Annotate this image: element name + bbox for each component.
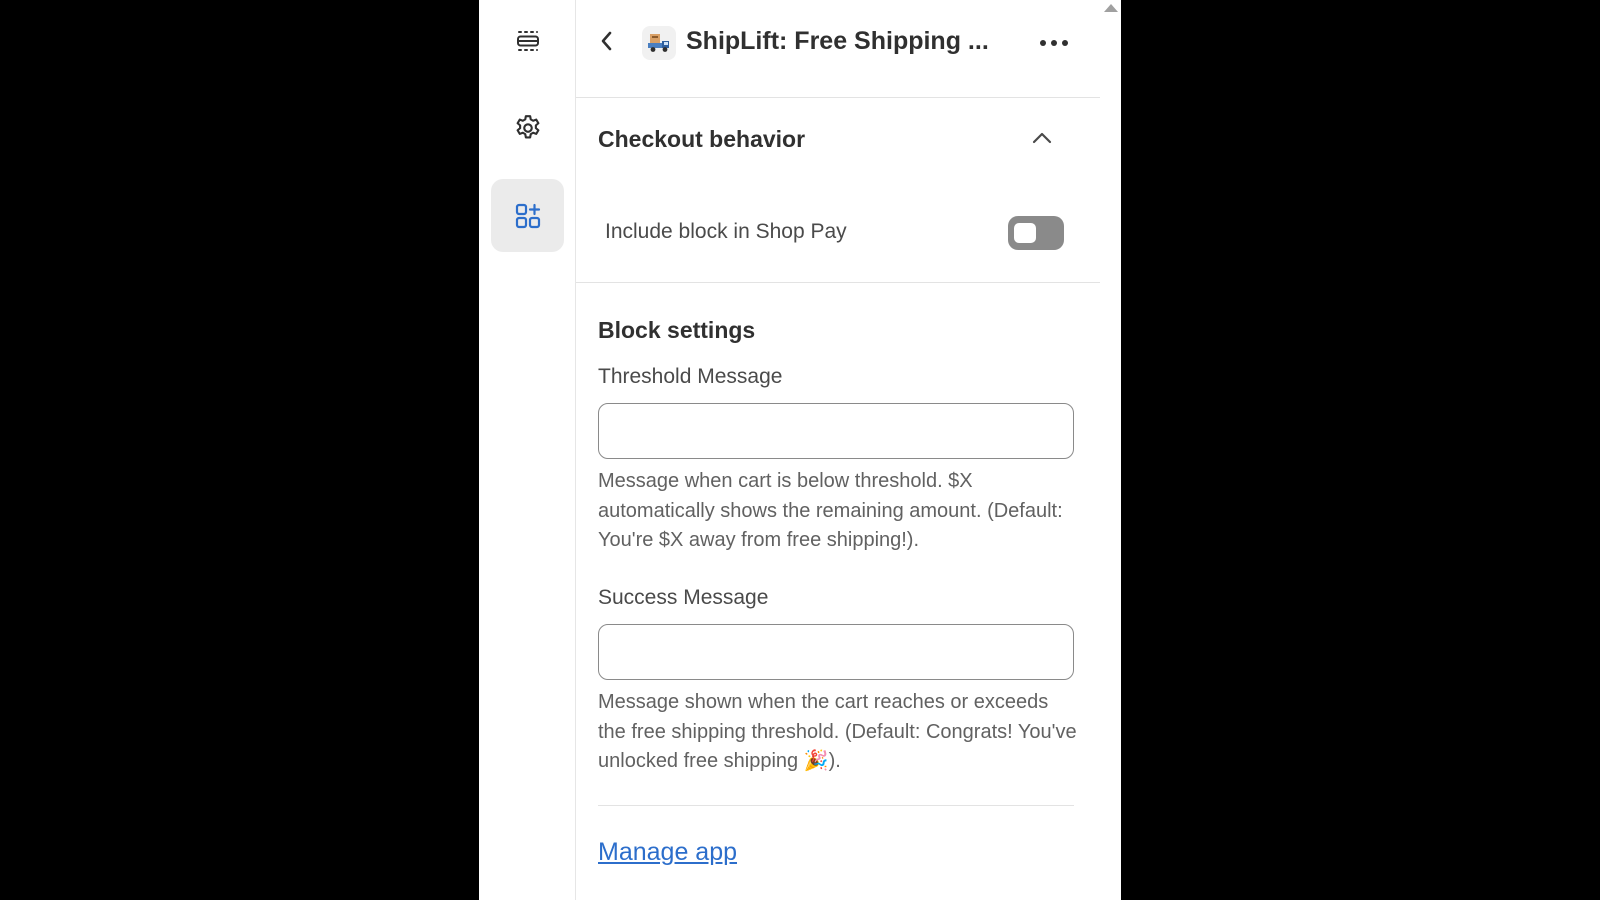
app-title: ShipLift: Free Shipping ...: [686, 27, 989, 55]
chevron-up-icon: [1032, 131, 1052, 149]
gear-icon: [513, 113, 543, 143]
apps-add-icon: [514, 202, 542, 230]
manage-app-link[interactable]: Manage app: [598, 838, 737, 867]
party-popper-icon: 🎉: [803, 750, 829, 772]
panel-header: ShipLift: Free Shipping ...: [576, 0, 1100, 98]
threshold-help-text: Message when cart is below threshold. $X…: [598, 470, 1063, 551]
block-settings-heading: Block settings: [598, 317, 756, 343]
shop-pay-toggle-label: Include block in Shop Pay: [605, 220, 847, 243]
editor-frame: ShipLift: Free Shipping ... Checkout beh…: [479, 0, 1121, 900]
success-message-label: Success Message: [598, 586, 769, 609]
more-actions-button[interactable]: [1036, 28, 1072, 58]
scrollbar-up-arrow[interactable]: [1102, 0, 1120, 18]
sections-button[interactable]: [491, 4, 564, 77]
shop-pay-toggle[interactable]: [1008, 216, 1064, 250]
sidebar-rail: [479, 0, 576, 900]
footer-divider: [598, 805, 1074, 806]
checkout-behavior-heading: Checkout behavior: [598, 126, 806, 152]
settings-button[interactable]: [491, 91, 564, 164]
back-button[interactable]: [592, 26, 622, 60]
apps-button[interactable]: [491, 179, 564, 252]
threshold-message-label: Threshold Message: [598, 365, 783, 388]
success-help-suffix: ).: [828, 750, 841, 772]
threshold-message-input[interactable]: [598, 403, 1074, 459]
settings-panel: ShipLift: Free Shipping ... Checkout beh…: [576, 0, 1100, 900]
toggle-knob: [1014, 223, 1036, 243]
shiplift-truck-icon: [642, 26, 676, 60]
more-horizontal-icon: [1039, 34, 1069, 52]
chevron-left-icon: [599, 30, 615, 57]
success-help-text: Message shown when the cart reaches or e…: [598, 688, 1078, 777]
collapse-section-button[interactable]: [1029, 127, 1055, 153]
sections-icon: [514, 27, 542, 55]
success-message-input[interactable]: [598, 624, 1074, 680]
section-divider: [576, 282, 1100, 283]
